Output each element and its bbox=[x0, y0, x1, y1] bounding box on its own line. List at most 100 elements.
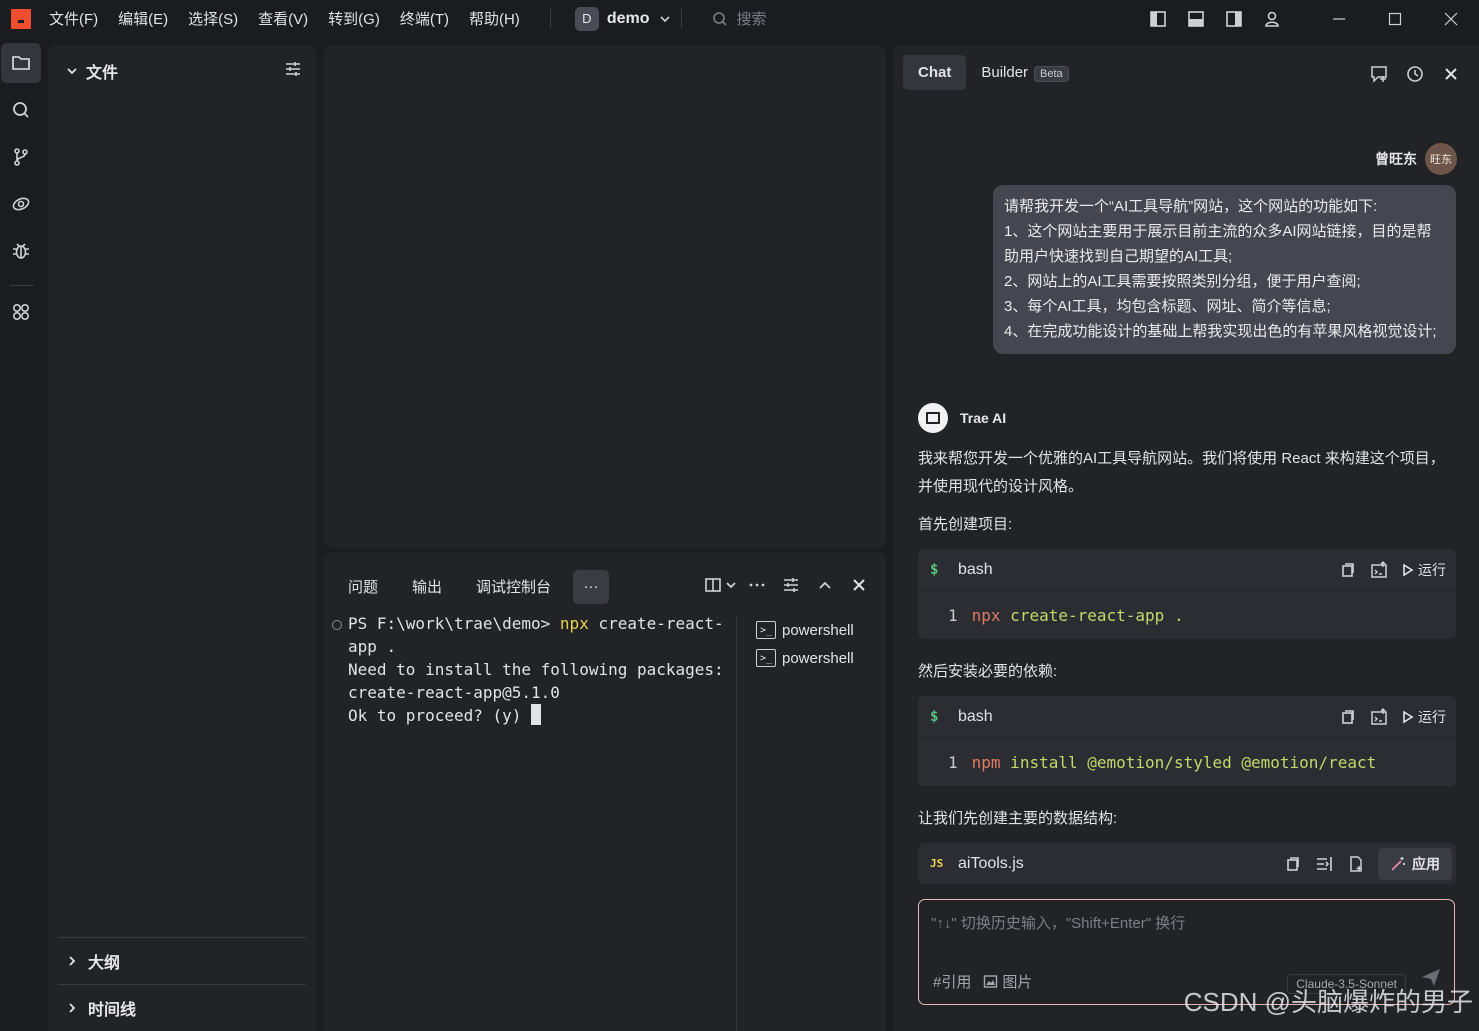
more-actions-icon[interactable] bbox=[740, 568, 774, 602]
chevron-down-icon bbox=[67, 68, 77, 75]
beta-badge: Beta bbox=[1034, 66, 1069, 82]
apply-button[interactable]: 应用 bbox=[1378, 847, 1452, 880]
javascript-file-icon: JS bbox=[930, 857, 944, 870]
explorer-icon[interactable] bbox=[1, 43, 41, 83]
avatar: 旺东 bbox=[1425, 143, 1457, 175]
apply-label: 应用 bbox=[1412, 855, 1440, 872]
menu-go[interactable]: 转到(G) bbox=[328, 8, 380, 29]
panel-actions bbox=[696, 568, 876, 602]
reference-button[interactable]: #引用 bbox=[933, 971, 971, 992]
terminal-icon: >_ bbox=[756, 621, 776, 639]
message-line: 请帮我开发一个“AI工具导航”网站，这个网站的功能如下: bbox=[1004, 198, 1378, 215]
remote-explorer-icon[interactable] bbox=[1, 184, 41, 224]
maximize-panel-icon[interactable] bbox=[808, 568, 842, 602]
code-content[interactable]: 1 npx create-react-app . bbox=[918, 591, 1456, 639]
play-icon bbox=[1403, 563, 1414, 576]
timeline-section[interactable]: 时间线 bbox=[58, 984, 306, 1030]
terminal-dollar-icon: $ bbox=[930, 708, 939, 725]
code-content[interactable]: 1 npm install @emotion/styled @emotion/re… bbox=[918, 738, 1456, 786]
image-button[interactable]: 图片 bbox=[983, 971, 1044, 992]
ai-intro-text: 我来帮您开发一个优雅的AI工具导航网站。我们将使用 React 来构建这个项目，… bbox=[918, 450, 1445, 495]
explorer-header[interactable]: 文件 bbox=[66, 59, 302, 83]
code-block: $ bash 运行 1 npx create-react-app . bbox=[918, 549, 1456, 639]
code-language: bash bbox=[958, 560, 993, 578]
terminal-instance[interactable]: >_ powershell bbox=[756, 644, 854, 672]
chevron-right-icon bbox=[69, 1002, 76, 1013]
run-button[interactable]: 运行 bbox=[1401, 560, 1446, 580]
code-args: create-react-app . bbox=[1000, 605, 1184, 625]
maximize-icon[interactable] bbox=[1367, 0, 1423, 37]
tab-debug-console[interactable]: 调试控制台 bbox=[464, 568, 563, 605]
menu-view[interactable]: 查看(V) bbox=[258, 8, 308, 29]
code-block: JS aiTools.js 应用 bbox=[918, 843, 1456, 885]
title-bar: 文件(F) 编辑(E) 选择(S) 查看(V) 转到(G) 终端(T) 帮助(H… bbox=[0, 0, 1479, 37]
ai-step-text: 然后安装必要的依赖: bbox=[918, 663, 1058, 680]
chevron-down-icon[interactable] bbox=[722, 568, 740, 602]
copy-icon[interactable] bbox=[1276, 848, 1308, 880]
toggle-panel-icon[interactable] bbox=[1177, 0, 1215, 37]
toggle-secondary-sidebar-icon[interactable] bbox=[1215, 0, 1253, 37]
divider bbox=[10, 285, 34, 286]
account-icon[interactable] bbox=[1253, 0, 1291, 37]
toggle-sidebar-icon[interactable] bbox=[1139, 0, 1177, 37]
panel-settings-icon[interactable] bbox=[774, 568, 808, 602]
history-icon[interactable] bbox=[1397, 59, 1433, 89]
code-block-header: $ bash 运行 bbox=[918, 549, 1456, 591]
image-label: 图片 bbox=[1002, 974, 1033, 991]
new-file-icon[interactable] bbox=[1340, 848, 1372, 880]
extensions-icon[interactable] bbox=[1, 292, 41, 332]
project-switcher[interactable]: D demo bbox=[574, 6, 672, 31]
explorer-panel: 文件 大纲 时间线 bbox=[48, 45, 316, 1031]
tab-problems[interactable]: 问题 bbox=[336, 568, 390, 605]
minimize-icon[interactable] bbox=[1311, 0, 1367, 37]
copy-icon[interactable] bbox=[1331, 554, 1363, 586]
debug-icon[interactable] bbox=[1, 231, 41, 271]
terminal-instance-label: powershell bbox=[782, 649, 854, 667]
tab-output[interactable]: 输出 bbox=[400, 568, 454, 605]
magic-wand-icon bbox=[1391, 856, 1405, 871]
search-icon[interactable] bbox=[1, 90, 41, 130]
search-icon bbox=[713, 11, 728, 26]
insert-to-terminal-icon[interactable] bbox=[1363, 554, 1395, 586]
title-actions bbox=[1139, 0, 1479, 37]
close-panel-icon[interactable] bbox=[842, 568, 876, 602]
outline-section[interactable]: 大纲 bbox=[58, 937, 306, 983]
code-args: install @emotion/styled @emotion/react bbox=[1000, 752, 1377, 772]
editor-area[interactable] bbox=[324, 45, 886, 548]
explorer-settings-icon[interactable] bbox=[284, 60, 302, 82]
terminal-line: Need to install the following packages: bbox=[348, 660, 724, 679]
run-button[interactable]: 运行 bbox=[1401, 707, 1446, 727]
more-tabs-button[interactable]: ··· bbox=[573, 569, 610, 604]
menu-file[interactable]: 文件(F) bbox=[49, 8, 98, 29]
menu-help[interactable]: 帮助(H) bbox=[469, 8, 520, 29]
divider bbox=[681, 8, 683, 29]
copy-icon[interactable] bbox=[1331, 701, 1363, 733]
new-chat-icon[interactable] bbox=[1361, 59, 1397, 89]
tab-builder[interactable]: Builder Beta bbox=[966, 55, 1083, 90]
terminal-icon: >_ bbox=[756, 649, 776, 667]
chat-tabs: Chat Builder Beta bbox=[903, 55, 1084, 90]
code-keyword: npx bbox=[971, 605, 1001, 625]
insert-code-icon[interactable] bbox=[1308, 848, 1340, 880]
insert-to-terminal-icon[interactable] bbox=[1363, 701, 1395, 733]
terminal-instance[interactable]: >_ powershell bbox=[756, 616, 854, 644]
project-name: demo bbox=[606, 9, 650, 27]
close-chat-icon[interactable] bbox=[1433, 59, 1469, 89]
code-block-header: JS aiTools.js 应用 bbox=[918, 843, 1456, 885]
search-input[interactable]: 搜索 bbox=[712, 8, 767, 29]
code-filename: aiTools.js bbox=[958, 854, 1024, 872]
timeline-label: 时间线 bbox=[88, 1001, 137, 1019]
menu-terminal[interactable]: 终端(T) bbox=[400, 8, 449, 29]
menu-selection[interactable]: 选择(S) bbox=[188, 8, 238, 29]
user-message: 请帮我开发一个“AI工具导航”网站，这个网站的功能如下: 1、这个网站主要用于展… bbox=[993, 185, 1456, 354]
source-control-icon[interactable] bbox=[1, 137, 41, 177]
line-number: 1 bbox=[948, 605, 958, 625]
search-placeholder: 搜索 bbox=[736, 11, 767, 28]
chat-input-placeholder: "↑↓" 切换历史输入，"Shift+Enter" 换行 bbox=[931, 915, 1186, 932]
tab-chat[interactable]: Chat bbox=[903, 55, 967, 90]
terminal-output[interactable]: PS F:\work\trae\demo> npx create-react-a… bbox=[348, 612, 728, 727]
close-window-icon[interactable] bbox=[1423, 0, 1479, 37]
user-name: 曾旺东 bbox=[1375, 151, 1417, 167]
message-line: 2、网站上的AI工具需要按照类别分组，便于用户查阅; bbox=[1004, 273, 1361, 290]
menu-edit[interactable]: 编辑(E) bbox=[118, 8, 168, 29]
